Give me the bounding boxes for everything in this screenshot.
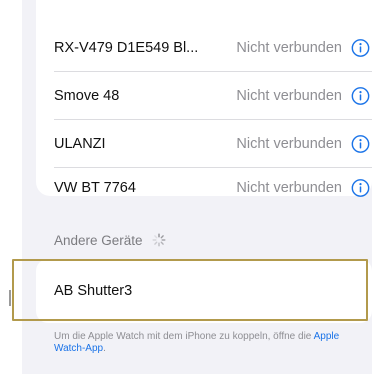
footer-text: Um die Apple Watch mit dem iPhone zu kop…: [54, 331, 314, 342]
highlight-box: [12, 259, 368, 321]
device-name: Smove 48: [54, 88, 120, 104]
device-status: Nicht verbunden: [236, 180, 342, 196]
footer-note: Um die Apple Watch mit dem iPhone zu kop…: [54, 331, 370, 355]
device-row[interactable]: RX-V479 D1E549 Bl... Nicht verbunden: [36, 24, 372, 72]
info-circle-icon[interactable]: [351, 135, 370, 154]
other-devices-header: Andere Geräte: [54, 233, 166, 248]
device-row[interactable]: VW BT 7764 Nicht verbunden: [36, 164, 372, 212]
edge-marker: [9, 290, 11, 306]
info-circle-icon[interactable]: [351, 87, 370, 106]
info-circle-icon[interactable]: [351, 39, 370, 58]
footer-suffix: .: [103, 343, 106, 354]
device-name: VW BT 7764: [54, 180, 136, 196]
loading-spinner-icon: [152, 233, 166, 247]
info-circle-icon[interactable]: [351, 179, 370, 198]
device-status: Nicht verbunden: [236, 40, 342, 56]
device-row[interactable]: Smove 48 Nicht verbunden: [36, 72, 372, 120]
device-row[interactable]: ULANZI Nicht verbunden: [36, 120, 372, 168]
device-name: RX-V479 D1E549 Bl...: [54, 40, 199, 56]
device-status: Nicht verbunden: [236, 88, 342, 104]
my-devices-list: RX-V479 D1E549 Bl... Nicht verbunden Smo…: [36, 0, 372, 197]
screenshot-stage: RX-V479 D1E549 Bl... Nicht verbunden Smo…: [0, 0, 372, 374]
device-status: Nicht verbunden: [236, 136, 342, 152]
device-name: ULANZI: [54, 136, 106, 152]
section-header-label: Andere Geräte: [54, 233, 143, 248]
